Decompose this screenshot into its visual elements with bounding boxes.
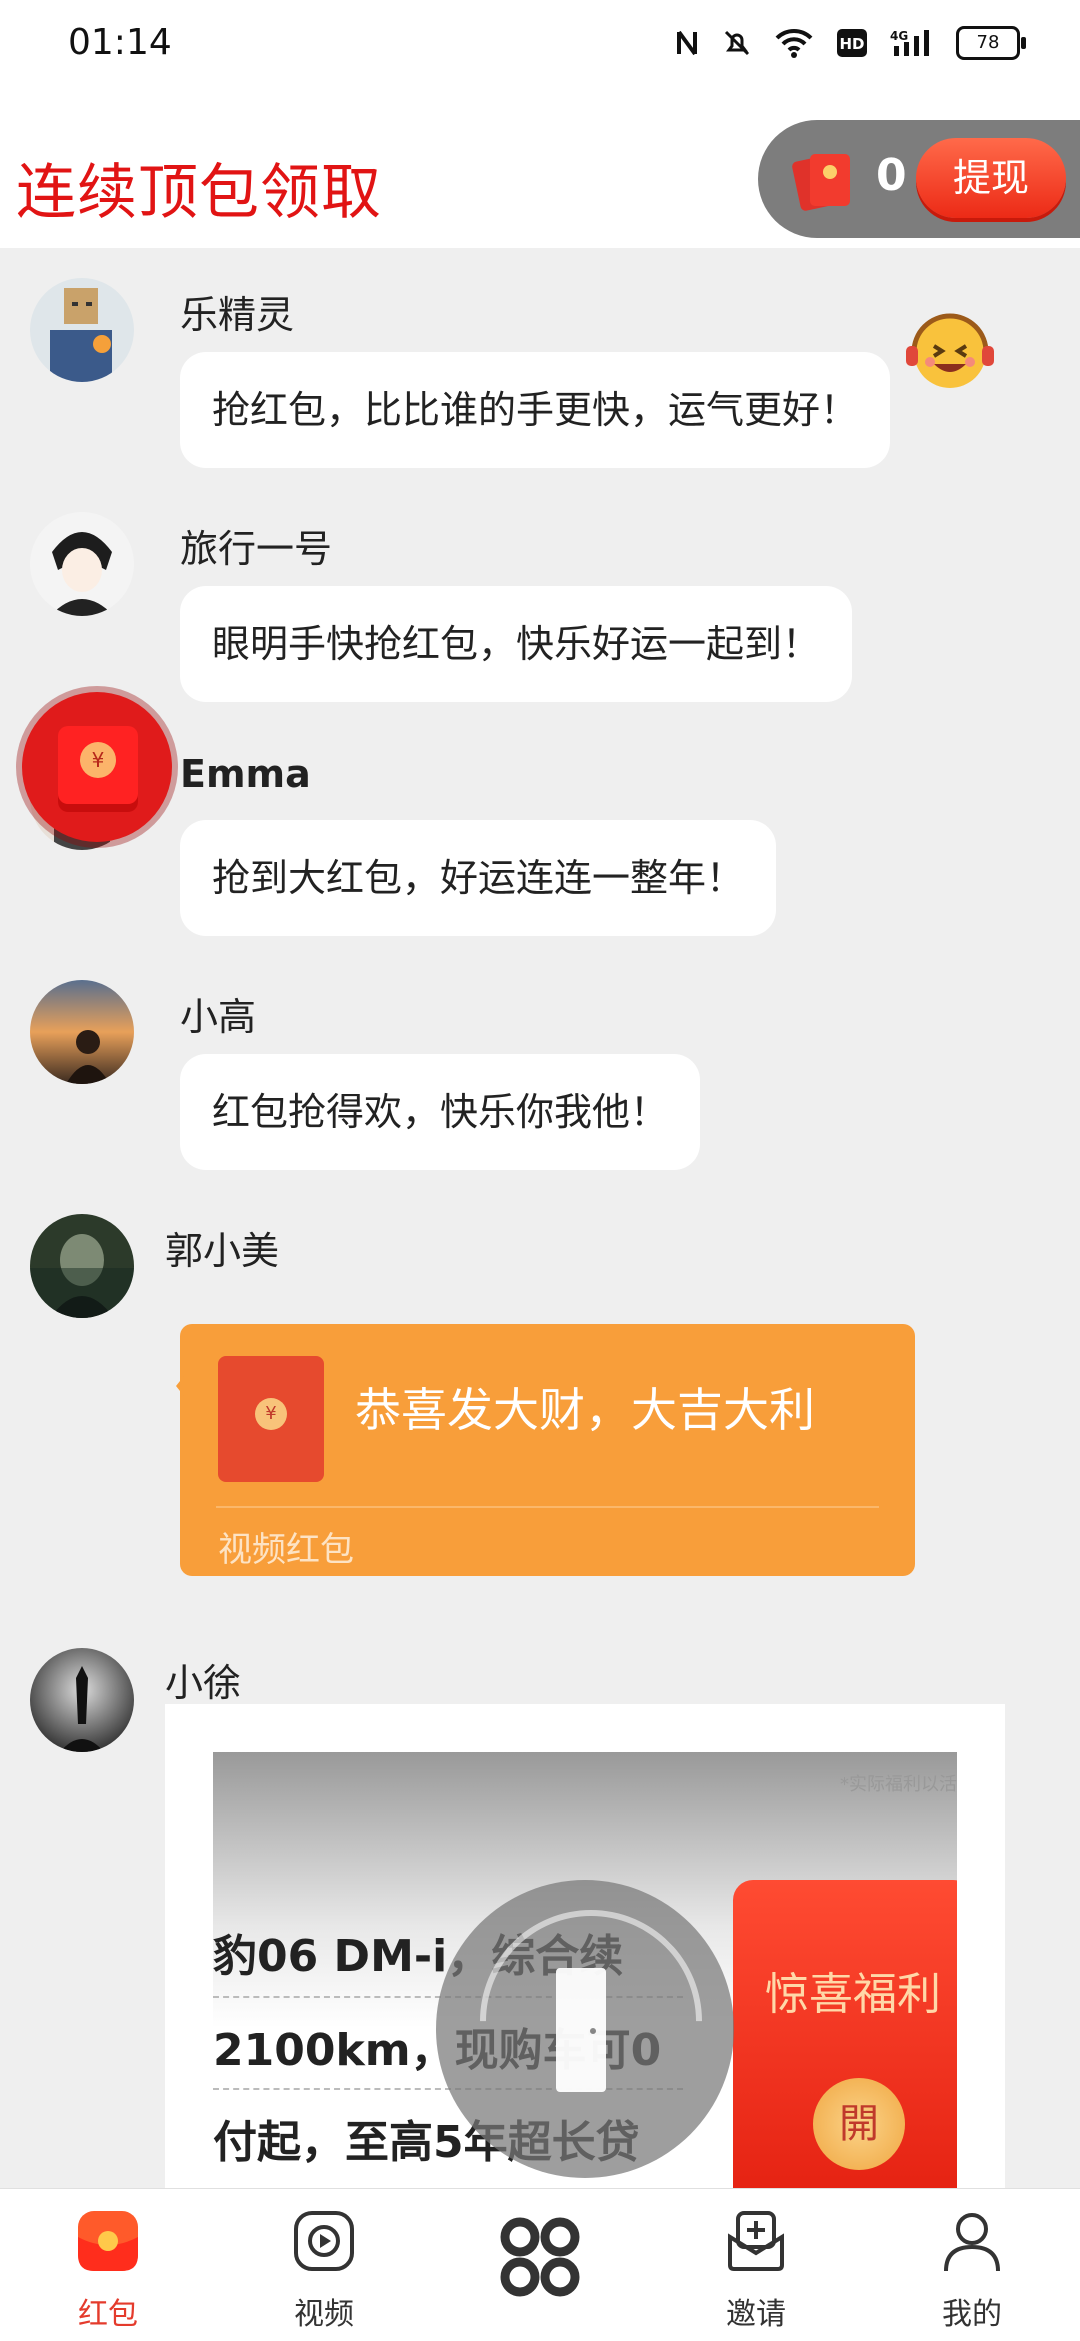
- sender-name: 小徐: [165, 1661, 242, 1705]
- status-bar: 01:14 HD 4G 78: [0, 0, 1080, 98]
- profile-icon: [944, 2213, 1000, 2272]
- message-bubble[interactable]: 红包抢得欢，快乐你我他！: [180, 1054, 701, 1170]
- bottom-tab-bar: 红包 视频 邀请 我的: [0, 2188, 1080, 2341]
- open-button[interactable]: 開: [813, 2078, 905, 2170]
- tab-label: 红包: [78, 2297, 138, 2332]
- floating-red-packet-button[interactable]: ¥: [22, 692, 172, 842]
- ad-disclaimer: *实际福利以活: [840, 1774, 957, 1795]
- tab-label: 邀请: [726, 2297, 786, 2332]
- red-packet-title: 恭喜发大财，大吉大利: [355, 1383, 815, 1437]
- wallet-panel: 0 提现: [758, 120, 1080, 238]
- signal-4g-icon: 4G: [890, 29, 929, 56]
- status-icons: HD 4G 78: [674, 26, 1026, 60]
- yuan-coin-icon: ¥: [255, 1398, 287, 1430]
- tab-red-packet[interactable]: 红包: [0, 2189, 216, 2341]
- door-icon: [556, 1968, 606, 2092]
- status-time: 01:14: [68, 22, 172, 63]
- hd-icon: HD: [837, 29, 867, 57]
- video-icon: [294, 2211, 354, 2271]
- grid-icon: [500, 2217, 580, 2297]
- sender-name: 旅行一号: [180, 527, 333, 571]
- sender-name: 郭小美: [165, 1229, 280, 1273]
- nfc-icon: [677, 30, 697, 56]
- tab-label: 我的: [942, 2297, 1002, 2332]
- header: 连续顶包领取 0 提现: [0, 98, 1080, 248]
- tab-invite[interactable]: 邀请: [648, 2189, 864, 2341]
- invite-icon: [728, 2211, 784, 2271]
- sender-name: 乐精灵: [180, 293, 295, 337]
- message-bubble[interactable]: 抢到大红包，好运连连一整年！: [180, 820, 777, 936]
- mute-bell-icon: [724, 30, 750, 56]
- avatar[interactable]: [30, 980, 134, 1084]
- sender-name: 小高: [180, 995, 257, 1039]
- red-envelope-icon: ¥: [218, 1356, 324, 1482]
- red-packet-label: 视频红包: [218, 1530, 354, 1570]
- tab-label: 视频: [294, 2297, 354, 2332]
- red-packet-divider: [216, 1506, 879, 1508]
- red-packet-icon: [78, 2211, 138, 2271]
- red-envelope-icon: ¥: [58, 726, 138, 812]
- laughing-emoji-icon: [906, 313, 994, 388]
- ad-promo-text: 惊喜福利: [765, 1969, 941, 2020]
- battery-icon: 78: [956, 26, 1026, 60]
- tab-video[interactable]: 视频: [216, 2189, 432, 2341]
- avatar[interactable]: [30, 278, 134, 382]
- avatar[interactable]: [30, 1648, 134, 1752]
- message-bubble[interactable]: 眼明手快抢红包，快乐好运一起到！: [180, 586, 853, 702]
- avatar[interactable]: [30, 1214, 134, 1318]
- yuan-coin-icon: ¥: [80, 742, 116, 778]
- withdraw-button[interactable]: 提现: [916, 138, 1066, 218]
- svg-text:HD: HD: [839, 35, 864, 53]
- red-packet-message[interactable]: ¥ 恭喜发大财，大吉大利 视频红包: [176, 1324, 915, 1576]
- red-packet-icon: [792, 154, 850, 211]
- tab-profile[interactable]: 我的: [864, 2189, 1080, 2341]
- sender-name: Emma: [180, 752, 311, 796]
- ad-promo-packet[interactable]: 惊喜福利 開: [733, 1880, 957, 2204]
- page-title: 连续顶包领取: [16, 158, 382, 228]
- message-bubble[interactable]: 抢红包，比比谁的手更快，运气更好！: [180, 352, 891, 468]
- svg-text:4G: 4G: [890, 29, 908, 43]
- wallet-balance: 0: [876, 150, 907, 201]
- tab-grid[interactable]: [432, 2189, 648, 2341]
- wifi-icon: [775, 28, 813, 58]
- avatar[interactable]: [30, 512, 134, 616]
